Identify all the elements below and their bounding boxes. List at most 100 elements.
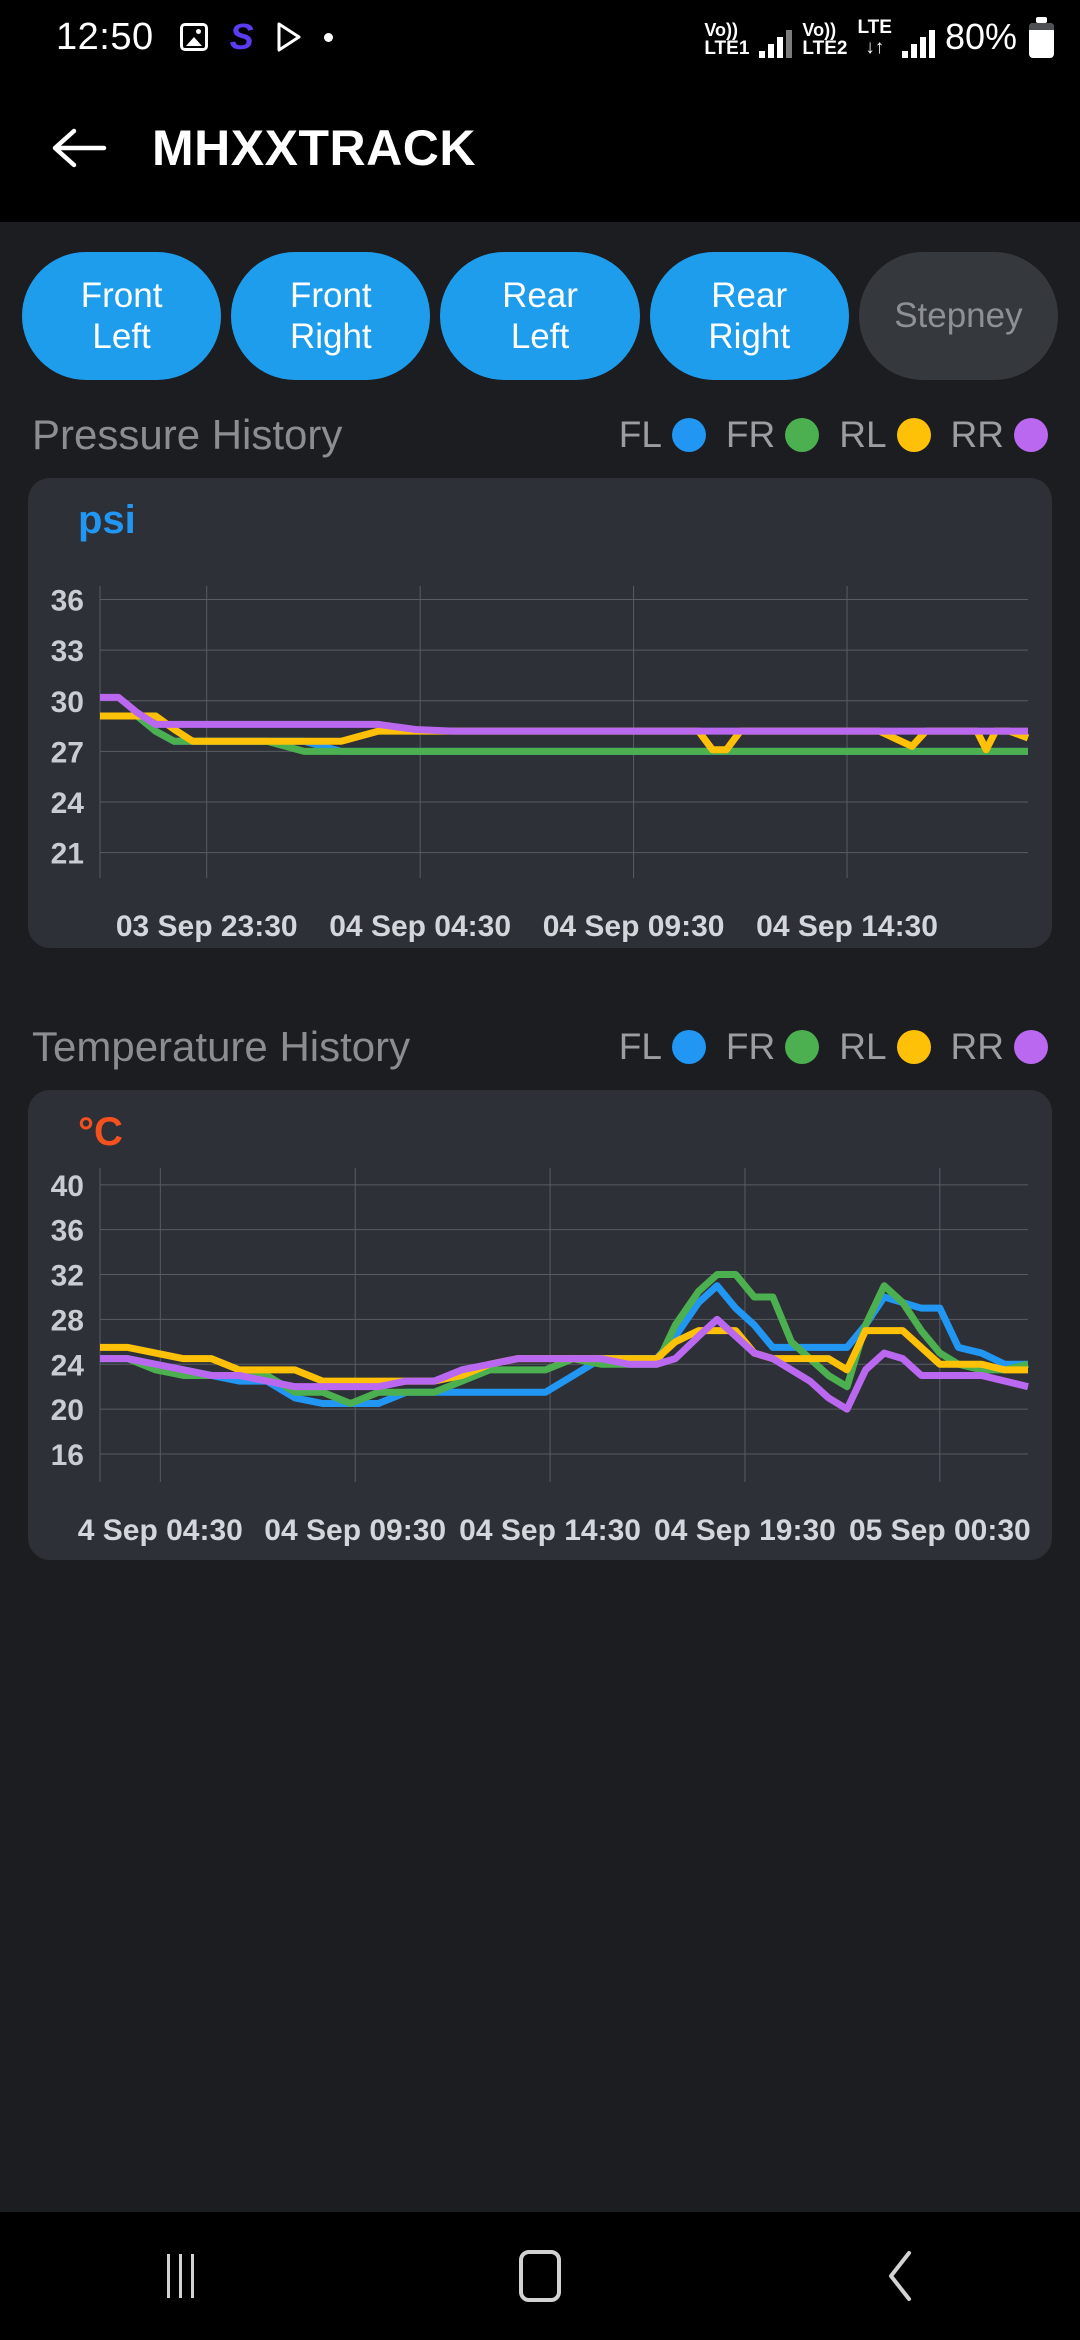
svg-text:21: 21	[51, 838, 84, 871]
volte2-label: Vo))	[802, 20, 837, 40]
svg-text:04 Sep 19:30: 04 Sep 19:30	[654, 1514, 836, 1547]
back-icon[interactable]	[820, 2212, 980, 2340]
svg-text:30: 30	[51, 686, 84, 719]
legend-dot-rl	[896, 1030, 931, 1064]
phone-screen: 12:50 S Vo)) LTE1 Vo)) LTE2 LTE ↓↑ 80% M…	[0, 0, 1080, 2340]
svg-text:20: 20	[51, 1394, 84, 1427]
legend-item-fl: FL	[619, 414, 726, 456]
battery-percent-label: 80%	[944, 16, 1017, 57]
temperature-section-header: Temperature History FL FR RL RR	[0, 1012, 1080, 1082]
svg-text:28: 28	[51, 1304, 84, 1337]
legend-dot-rl	[896, 418, 931, 452]
tire-chip-line2: Right	[289, 317, 372, 356]
tire-chip-front-left[interactable]: Front Left	[22, 252, 222, 380]
tire-chip-rear-right[interactable]: Rear Right	[649, 252, 849, 380]
legend-dot-rr	[1014, 418, 1048, 452]
legend-item-fr: FR	[726, 1026, 839, 1068]
tire-chip-line1: Front	[80, 275, 163, 315]
legend-item-rr: RR	[951, 1026, 1048, 1068]
back-arrow-icon[interactable]	[48, 116, 112, 180]
photo-icon	[179, 23, 208, 51]
tire-chip-line2: Left	[510, 317, 570, 356]
svg-text:04 Sep 09:30: 04 Sep 09:30	[543, 910, 725, 943]
legend-dot-fl	[671, 1030, 706, 1064]
svg-text:24: 24	[51, 1349, 85, 1382]
svg-text:04 Sep 04:30: 04 Sep 04:30	[329, 910, 511, 943]
legend-item-rl: RL	[839, 1026, 950, 1068]
legend-label-rl: RL	[839, 1026, 887, 1067]
svg-text:27: 27	[51, 736, 84, 769]
tire-chip-line2: Left	[92, 317, 151, 356]
status-right-icons: Vo)) LTE1 Vo)) LTE2 LTE ↓↑ 80%	[704, 16, 1054, 58]
dot-icon	[323, 32, 333, 42]
svg-text:04 Sep 14:30: 04 Sep 14:30	[756, 910, 938, 943]
tire-chip-line2: Right	[708, 317, 791, 356]
legend-item-rl: RL	[839, 414, 950, 456]
legend-label-rl: RL	[839, 414, 887, 455]
recent-apps-icon[interactable]	[100, 2212, 260, 2340]
play-store-icon	[276, 22, 302, 52]
lte2-label: LTE2	[802, 38, 848, 59]
lte-arrows-label: ↓↑	[865, 37, 885, 59]
volte1-label: Vo))	[704, 20, 739, 40]
tire-chip-line1: Rear	[711, 275, 788, 315]
tire-selector-row: Front Left Front Right Rear Left Rear Ri…	[0, 222, 1080, 380]
svg-text:40: 40	[51, 1170, 84, 1203]
status-bar: 12:50 S Vo)) LTE1 Vo)) LTE2 LTE ↓↑ 80%	[0, 0, 1080, 74]
svg-text:4 Sep 04:30: 4 Sep 04:30	[78, 1514, 243, 1547]
pressure-chart-card[interactable]: psi 36 33 30 27 24 21 03 Sep 23:30 04 Sep 04:30…	[28, 478, 1052, 948]
legend-label-rr: RR	[950, 1026, 1004, 1067]
signal-bars-1-icon	[759, 28, 793, 58]
legend-dot-fl	[671, 418, 706, 452]
legend-item-fr: FR	[726, 414, 839, 456]
main-content: Front Left Front Right Rear Left Rear Ri…	[0, 222, 1080, 2212]
temperature-chart[interactable]: 40 36 32 28 24 20 16 4 Sep 04:30 04 Sep 09:30 04 …	[28, 1090, 1052, 1560]
svg-text:16: 16	[51, 1439, 84, 1472]
page-title: MHXXTRACK	[152, 120, 476, 176]
lte-data-label: LTE	[857, 17, 892, 39]
legend-label-fl: FL	[618, 414, 662, 455]
svg-text:04 Sep 14:30: 04 Sep 14:30	[459, 1514, 641, 1547]
status-clock: 12:50	[56, 15, 154, 58]
svg-text:32: 32	[51, 1260, 84, 1293]
tire-chip-line1: Stepney	[894, 296, 1023, 336]
tire-chip-line1: Rear	[502, 275, 578, 315]
temperature-chart-card[interactable]: °C 40 36 32 28 24 20 16 4 Sep 04:30 04 Sep 09:30…	[28, 1090, 1052, 1560]
legend-dot-rr	[1014, 1030, 1048, 1064]
svg-text:04 Sep 09:30: 04 Sep 09:30	[264, 1514, 446, 1547]
signal-bars-2-icon	[901, 28, 935, 58]
status-notification-icons: S	[179, 16, 333, 57]
legend-label-fl: FL	[618, 1026, 662, 1067]
temperature-history-title: Temperature History	[32, 1023, 411, 1070]
svg-text:05 Sep 00:30: 05 Sep 00:30	[849, 1514, 1031, 1547]
app-bar: MHXXTRACK	[0, 74, 1080, 222]
legend-item-fl: FL	[619, 1026, 726, 1068]
tire-chip-rear-left[interactable]: Rear Left	[440, 252, 640, 380]
legend-dot-fr	[785, 418, 820, 452]
temperature-unit-label: °C	[78, 1110, 123, 1154]
legend-label-rr: RR	[950, 414, 1004, 455]
svg-text:33: 33	[51, 635, 84, 668]
pressure-legend: FL FR RL RR	[619, 414, 1048, 456]
samsung-s-icon: S	[229, 16, 254, 57]
legend-item-rr: RR	[951, 414, 1048, 456]
tire-chip-stepney[interactable]: Stepney	[858, 252, 1059, 380]
home-icon[interactable]	[460, 2212, 620, 2340]
pressure-unit-label: psi	[78, 498, 136, 542]
tire-chip-line1: Front	[289, 275, 372, 315]
lte1-label: LTE1	[704, 38, 750, 59]
svg-text:36: 36	[51, 585, 84, 618]
volte-lte1-icon: Vo)) LTE1	[704, 21, 749, 58]
pressure-history-title: Pressure History	[32, 411, 343, 458]
system-nav-bar	[0, 2212, 1080, 2340]
tire-chip-front-right[interactable]: Front Right	[231, 252, 431, 380]
pressure-chart[interactable]: 36 33 30 27 24 21 03 Sep 23:30 04 Sep 04:30 04 S…	[28, 478, 1052, 948]
lte-data-icon: LTE ↓↑	[857, 18, 891, 58]
legend-label-fr: FR	[725, 414, 776, 455]
svg-text:24: 24	[51, 787, 85, 820]
pressure-section-header: Pressure History FL FR RL RR	[0, 400, 1080, 470]
svg-text:36: 36	[51, 1215, 84, 1248]
battery-icon	[1029, 17, 1054, 58]
legend-dot-fr	[785, 1030, 820, 1064]
legend-label-fr: FR	[725, 1026, 776, 1067]
